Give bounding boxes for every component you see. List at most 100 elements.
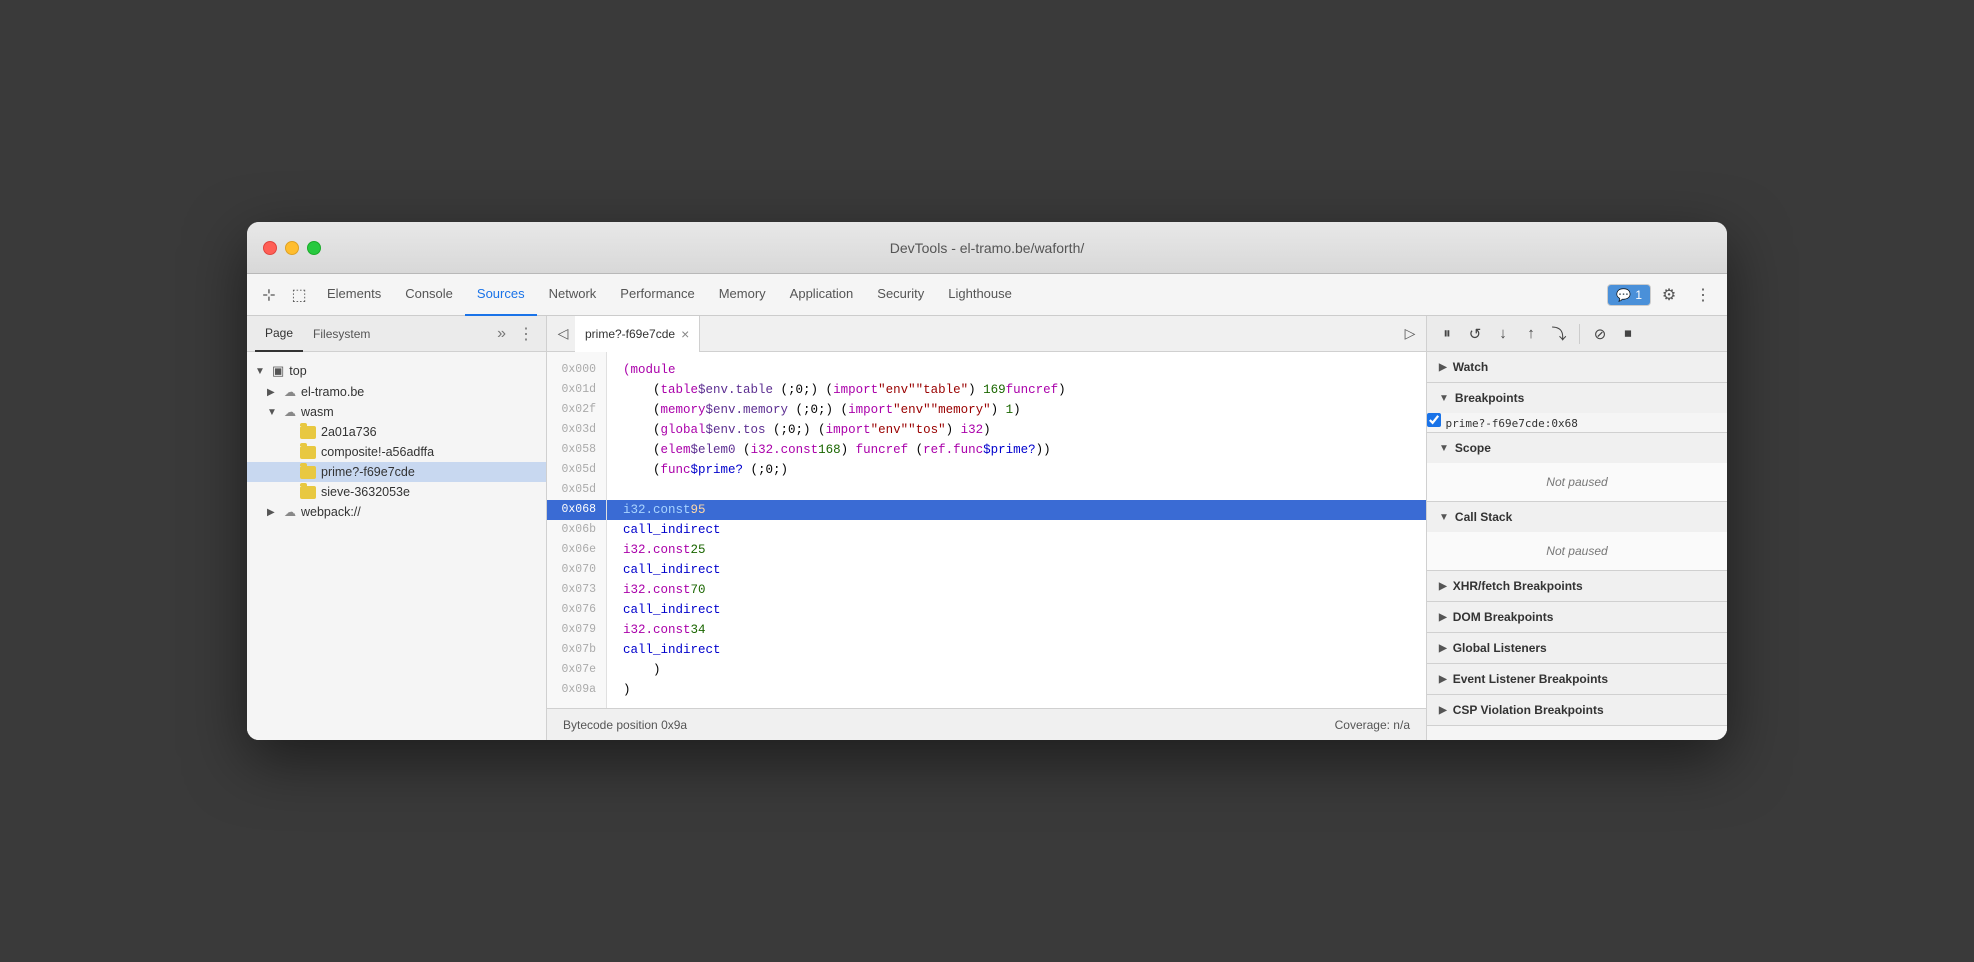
line-num-3: 0x02f <box>547 400 606 420</box>
close-button[interactable] <box>263 241 277 255</box>
deactivate-button[interactable]: ⊘ <box>1588 322 1612 346</box>
code-line-16: ) <box>623 660 1426 680</box>
breakpoints-label: Breakpoints <box>1455 391 1524 405</box>
tree-item-composite[interactable]: ▶ composite!-a56adffa <box>247 442 546 462</box>
global-listeners-header[interactable]: ▶ Global Listeners <box>1427 633 1727 663</box>
event-listener-header[interactable]: ▶ Event Listener Breakpoints <box>1427 664 1727 694</box>
feedback-badge[interactable]: 💬 1 <box>1607 284 1651 306</box>
run-snippet-icon[interactable]: ▷ <box>1398 322 1422 346</box>
editor-tab-prime[interactable]: prime?-f69e7cde × <box>575 316 700 352</box>
step-over-button[interactable]: ↓ <box>1491 322 1515 346</box>
tree-item-top[interactable]: ▼ ▣ top <box>247 360 546 382</box>
line-num-17: 0x09a <box>547 680 606 700</box>
breakpoint-item-0: prime?-f69e7cde:0x68 <box>1427 413 1727 432</box>
tab-performance[interactable]: Performance <box>608 274 706 316</box>
panel-more-icon[interactable]: » <box>493 325 510 343</box>
tab-network[interactable]: Network <box>537 274 609 316</box>
cloud-icon-wasm: ☁ <box>284 405 296 419</box>
breakpoints-section-header[interactable]: ▼ Breakpoints <box>1427 383 1727 413</box>
expand-arrow-eltramo: ▶ <box>267 387 279 398</box>
settings-icon[interactable]: ⚙ <box>1655 281 1683 309</box>
tree-label-2a01a736: 2a01a736 <box>321 425 377 439</box>
event-listener-arrow: ▶ <box>1439 674 1447 685</box>
editor-tab-label: prime?-f69e7cde <box>585 327 675 341</box>
tree-label-webpack: webpack:// <box>301 505 361 519</box>
resume-button[interactable]: ↺ <box>1463 322 1487 346</box>
xhr-arrow: ▶ <box>1439 581 1447 592</box>
tree-item-webpack[interactable]: ▶ ☁ webpack:// <box>247 502 546 522</box>
line-num-9: 0x06b <box>547 520 606 540</box>
line-num-1: 0x000 <box>547 360 606 380</box>
tree-item-2a01a736[interactable]: ▶ 2a01a736 <box>247 422 546 442</box>
scope-not-paused: Not paused <box>1427 463 1727 501</box>
file-icon-prime <box>300 466 316 479</box>
watch-label: Watch <box>1453 360 1489 374</box>
maximize-button[interactable] <box>307 241 321 255</box>
line-num-6: 0x05d <box>547 460 606 480</box>
expand-arrow-top: ▼ <box>255 366 267 377</box>
csp-section-header[interactable]: ▶ CSP Violation Breakpoints <box>1427 695 1727 725</box>
file-tree: ▼ ▣ top ▶ ☁ el-tramo.be ▼ ☁ wasm <box>247 352 546 740</box>
global-listeners-label: Global Listeners <box>1453 641 1547 655</box>
more-options-icon[interactable]: ⋮ <box>1689 281 1717 309</box>
main-tab-bar: ⊹ ⬚ Elements Console Sources Network Per… <box>247 274 1727 316</box>
middle-panel: ◁ prime?-f69e7cde × ▷ 0x000 0x01d 0x02f … <box>547 316 1427 740</box>
code-lines: (module (table $env.table (;0;) (import … <box>607 352 1426 708</box>
tab-console[interactable]: Console <box>393 274 465 316</box>
dom-section-header[interactable]: ▶ DOM Breakpoints <box>1427 602 1727 632</box>
debug-toolbar: ⏸ ↺ ↓ ↑ ⤵ ⊘ ⏹ <box>1427 316 1727 352</box>
global-listeners-arrow: ▶ <box>1439 643 1447 654</box>
expand-arrow-webpack: ▶ <box>267 507 279 518</box>
step-into-button[interactable]: ↑ <box>1519 322 1543 346</box>
tab-sources[interactable]: Sources <box>465 274 537 316</box>
panel-menu-icon[interactable]: ⋮ <box>514 324 538 344</box>
editor-tab-close[interactable]: × <box>681 327 689 341</box>
line-numbers: 0x000 0x01d 0x02f 0x03d 0x058 0x05d 0x05… <box>547 352 607 708</box>
code-line-17: ) <box>623 680 1426 700</box>
file-icon-sieve <box>300 486 316 499</box>
global-listeners-section: ▶ Global Listeners <box>1427 633 1727 664</box>
cloud-icon-eltramo: ☁ <box>284 385 296 399</box>
bytecode-position: Bytecode position 0x9a <box>563 718 687 732</box>
left-panel: Page Filesystem » ⋮ ▼ ▣ top ▶ ☁ el-tramo… <box>247 316 547 740</box>
editor-nav-back[interactable]: ◁ <box>551 322 575 346</box>
call-stack-section-header[interactable]: ▼ Call Stack <box>1427 502 1727 532</box>
code-area[interactable]: 0x000 0x01d 0x02f 0x03d 0x058 0x05d 0x05… <box>547 352 1426 708</box>
xhr-section-header[interactable]: ▶ XHR/fetch Breakpoints <box>1427 571 1727 601</box>
line-num-4: 0x03d <box>547 420 606 440</box>
traffic-lights <box>263 241 321 255</box>
tab-security[interactable]: Security <box>865 274 936 316</box>
line-num-12: 0x073 <box>547 580 606 600</box>
scope-section-header[interactable]: ▼ Scope <box>1427 433 1727 463</box>
watch-section-header[interactable]: ▶ Watch <box>1427 352 1727 382</box>
file-icon-composite <box>300 446 316 459</box>
breakpoint-checkbox-0[interactable] <box>1427 413 1441 427</box>
tab-elements[interactable]: Elements <box>315 274 393 316</box>
csp-section: ▶ CSP Violation Breakpoints <box>1427 695 1727 726</box>
csp-label: CSP Violation Breakpoints <box>1453 703 1604 717</box>
code-line-13: call_indirect <box>623 600 1426 620</box>
pause-button[interactable]: ⏸ <box>1435 322 1459 346</box>
minimize-button[interactable] <box>285 241 299 255</box>
step-out-button[interactable]: ⤵ <box>1547 322 1571 346</box>
pause-exceptions-button[interactable]: ⏹ <box>1616 322 1640 346</box>
line-num-16: 0x07e <box>547 660 606 680</box>
call-stack-not-paused: Not paused <box>1427 532 1727 570</box>
tab-page[interactable]: Page <box>255 316 303 352</box>
tab-application[interactable]: Application <box>778 274 866 316</box>
tree-label-top: top <box>289 364 306 378</box>
inspect-icon[interactable]: ⬚ <box>285 281 313 309</box>
xhr-label: XHR/fetch Breakpoints <box>1453 579 1583 593</box>
tree-item-wasm[interactable]: ▼ ☁ wasm <box>247 402 546 422</box>
right-panel: ⏸ ↺ ↓ ↑ ⤵ ⊘ ⏹ ▶ Watch ▼ Breakpoi <box>1427 316 1727 740</box>
tree-item-sieve[interactable]: ▶ sieve-3632053e <box>247 482 546 502</box>
titlebar: DevTools - el-tramo.be/waforth/ <box>247 222 1727 274</box>
tree-label-composite: composite!-a56adffa <box>321 445 434 459</box>
tree-item-eltramo[interactable]: ▶ ☁ el-tramo.be <box>247 382 546 402</box>
tab-lighthouse[interactable]: Lighthouse <box>936 274 1024 316</box>
tab-memory[interactable]: Memory <box>707 274 778 316</box>
toolbar-separator <box>1579 324 1580 344</box>
tab-filesystem[interactable]: Filesystem <box>303 316 380 352</box>
cursor-icon[interactable]: ⊹ <box>255 281 283 309</box>
tree-item-prime[interactable]: ▶ prime?-f69e7cde <box>247 462 546 482</box>
